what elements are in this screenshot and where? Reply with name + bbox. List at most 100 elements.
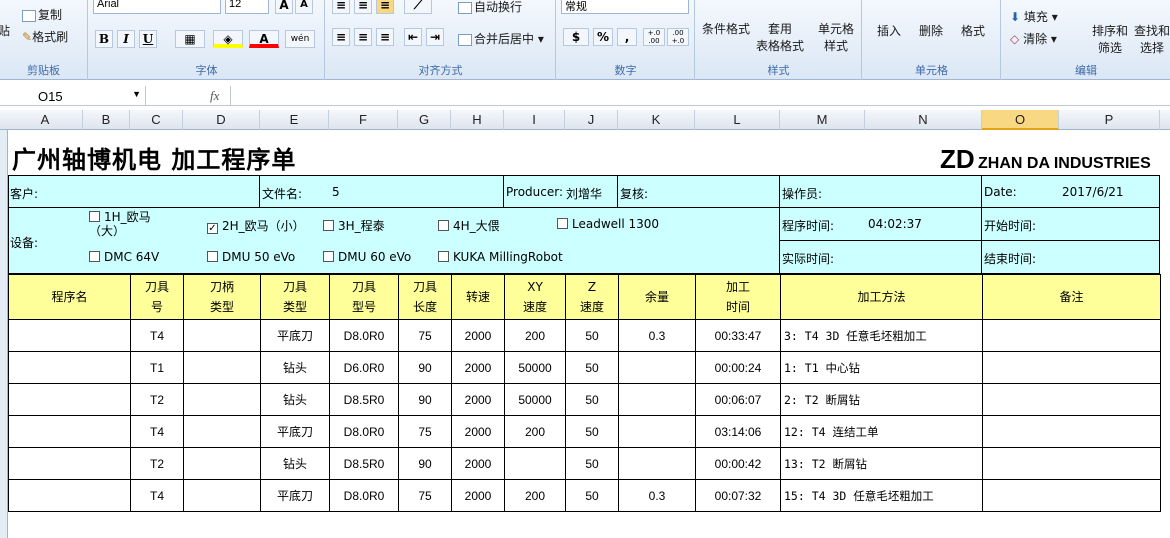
fx-icon[interactable]: fx bbox=[210, 88, 219, 104]
column-header[interactable]: M bbox=[780, 110, 865, 130]
format-painter-button[interactable]: ✎格式刷 bbox=[22, 28, 68, 45]
header-tool-model[interactable]: 刀具 型号 bbox=[329, 274, 399, 320]
cell-remarks[interactable] bbox=[982, 319, 1161, 352]
find-select-button[interactable]: 查找和 选择 bbox=[1134, 22, 1170, 56]
cell-tool-number[interactable]: T4 bbox=[130, 479, 184, 512]
orientation-button[interactable]: ⟋ bbox=[404, 0, 432, 14]
align-bottom-button[interactable]: ≡ bbox=[376, 0, 394, 14]
font-color-button[interactable]: A bbox=[249, 30, 279, 48]
cell-tool-length[interactable]: 75 bbox=[398, 319, 452, 352]
producer-cell[interactable]: Producer: 刘增华 bbox=[503, 175, 618, 208]
cell-z-feed[interactable]: 50 bbox=[565, 383, 619, 416]
cell-tool-type[interactable]: 钻头 bbox=[260, 383, 330, 416]
font-size-select[interactable]: 12 bbox=[225, 0, 269, 14]
machine-option[interactable]: 1H_欧马 （大） bbox=[89, 210, 151, 238]
column-header[interactable]: L bbox=[695, 110, 780, 130]
cell-spindle-speed[interactable]: 2000 bbox=[451, 479, 505, 512]
cell-tool-length[interactable]: 90 bbox=[398, 383, 452, 416]
pinyin-button[interactable]: wén bbox=[285, 30, 315, 48]
align-top-button[interactable]: ≡ bbox=[332, 0, 350, 14]
fill-button[interactable]: ⬇ 填充 ▾ bbox=[1010, 8, 1058, 25]
cell-stock[interactable]: 0.3 bbox=[618, 319, 696, 352]
cell-stock[interactable] bbox=[618, 447, 696, 480]
cell-xy-feed[interactable]: 200 bbox=[504, 479, 566, 512]
column-header[interactable]: N bbox=[865, 110, 982, 130]
cell-stock[interactable] bbox=[618, 415, 696, 448]
program-time-cell[interactable]: 程序时间: 04:02:37 bbox=[779, 207, 982, 241]
column-header[interactable]: P bbox=[1059, 110, 1160, 130]
name-box[interactable]: O15 ▼ bbox=[0, 86, 146, 106]
column-header[interactable]: D bbox=[183, 110, 260, 130]
header-program-name[interactable]: 程序名 bbox=[8, 274, 131, 320]
machine-option[interactable]: 3H_程泰 bbox=[323, 217, 385, 234]
clear-button[interactable]: ◇ 清除 ▾ bbox=[1010, 30, 1057, 47]
cell-tool-length[interactable]: 90 bbox=[398, 351, 452, 384]
machine-option-checked[interactable]: ✓ 2H_欧马（小） bbox=[207, 217, 305, 234]
machine-option[interactable]: 4H_大偎 bbox=[438, 217, 500, 234]
cell-z-feed[interactable]: 50 bbox=[565, 415, 619, 448]
header-spindle-speed[interactable]: 转速 bbox=[451, 274, 505, 320]
merge-center-button[interactable]: 合并后居中 ▾ bbox=[458, 30, 544, 47]
cell-z-feed[interactable]: 50 bbox=[565, 351, 619, 384]
column-header[interactable]: I bbox=[504, 110, 565, 130]
cell-machining-method[interactable]: 2: T2 断屑钻 bbox=[780, 383, 983, 416]
cell-spindle-speed[interactable]: 2000 bbox=[451, 447, 505, 480]
cell-program-name[interactable] bbox=[8, 479, 131, 512]
decrease-indent-button[interactable]: ⇤ bbox=[404, 28, 422, 46]
cell-remarks[interactable] bbox=[982, 447, 1161, 480]
cell-program-name[interactable] bbox=[8, 415, 131, 448]
cell-xy-feed[interactable]: 200 bbox=[504, 415, 566, 448]
cell-tool-model[interactable]: D8.0R0 bbox=[329, 415, 399, 448]
cell-stock[interactable] bbox=[618, 383, 696, 416]
operator-cell[interactable]: 操作员: bbox=[779, 175, 982, 208]
cell-tool-model[interactable]: D8.5R0 bbox=[329, 383, 399, 416]
paste-button[interactable]: 粘贴 bbox=[0, 22, 10, 39]
cell-tool-type[interactable]: 平底刀 bbox=[260, 319, 330, 352]
cell-machining-time[interactable]: 00:07:32 bbox=[695, 479, 781, 512]
cell-tool-type[interactable]: 钻头 bbox=[260, 351, 330, 384]
header-tool-number[interactable]: 刀具 号 bbox=[130, 274, 184, 320]
customer-cell[interactable]: 客户: bbox=[8, 175, 260, 208]
cell-tool-number[interactable]: T2 bbox=[130, 447, 184, 480]
cell-xy-feed[interactable]: 200 bbox=[504, 319, 566, 352]
cell-spindle-speed[interactable]: 2000 bbox=[451, 415, 505, 448]
border-button[interactable]: ▦ bbox=[175, 30, 205, 48]
cell-spindle-speed[interactable]: 2000 bbox=[451, 351, 505, 384]
cell-z-feed[interactable]: 50 bbox=[565, 479, 619, 512]
percent-button[interactable]: % bbox=[593, 28, 613, 46]
cell-machining-method[interactable]: 15: T4 3D 任意毛坯粗加工 bbox=[780, 479, 983, 512]
machine-option[interactable]: Leadwell 1300 bbox=[557, 217, 659, 231]
align-middle-button[interactable]: ≡ bbox=[354, 0, 372, 14]
cell-tool-model[interactable]: D6.0R0 bbox=[329, 351, 399, 384]
align-right-button[interactable]: ≡ bbox=[376, 28, 394, 46]
cell-program-name[interactable] bbox=[8, 383, 131, 416]
cell-spindle-speed[interactable]: 2000 bbox=[451, 319, 505, 352]
cell-tool-type[interactable]: 钻头 bbox=[260, 447, 330, 480]
copy-button[interactable]: 复制 bbox=[22, 6, 62, 23]
bold-button[interactable]: B bbox=[95, 30, 113, 48]
header-holder-type[interactable]: 刀柄 类型 bbox=[183, 274, 261, 320]
cell-holder-type[interactable] bbox=[183, 479, 261, 512]
cell-holder-type[interactable] bbox=[183, 319, 261, 352]
underline-button[interactable]: U bbox=[139, 30, 157, 48]
header-machining-method[interactable]: 加工方法 bbox=[780, 274, 983, 320]
header-tool-type[interactable]: 刀具 类型 bbox=[260, 274, 330, 320]
cell-tool-length[interactable]: 75 bbox=[398, 415, 452, 448]
conditional-format-button[interactable]: 条件格式 bbox=[702, 20, 750, 37]
header-stock[interactable]: 余量 bbox=[618, 274, 696, 320]
cell-xy-feed[interactable]: 50000 bbox=[504, 383, 566, 416]
sort-filter-button[interactable]: 排序和 筛选 bbox=[1092, 22, 1128, 56]
filename-cell[interactable]: 文件名: 5 bbox=[259, 175, 504, 208]
column-header[interactable]: K bbox=[618, 110, 695, 130]
header-xy-feed[interactable]: XY 速度 bbox=[504, 274, 566, 320]
column-header[interactable]: G bbox=[398, 110, 451, 130]
cell-remarks[interactable] bbox=[982, 383, 1161, 416]
cell-machining-time[interactable]: 00:33:47 bbox=[695, 319, 781, 352]
cell-remarks[interactable] bbox=[982, 415, 1161, 448]
column-header[interactable]: F bbox=[329, 110, 398, 130]
increase-indent-button[interactable]: ⇥ bbox=[426, 28, 444, 46]
column-header[interactable]: E bbox=[260, 110, 329, 130]
actual-time-cell[interactable]: 实际时间: bbox=[779, 240, 982, 274]
cell-machining-method[interactable]: 12: T4 连结工单 bbox=[780, 415, 983, 448]
cell-tool-number[interactable]: T4 bbox=[130, 319, 184, 352]
